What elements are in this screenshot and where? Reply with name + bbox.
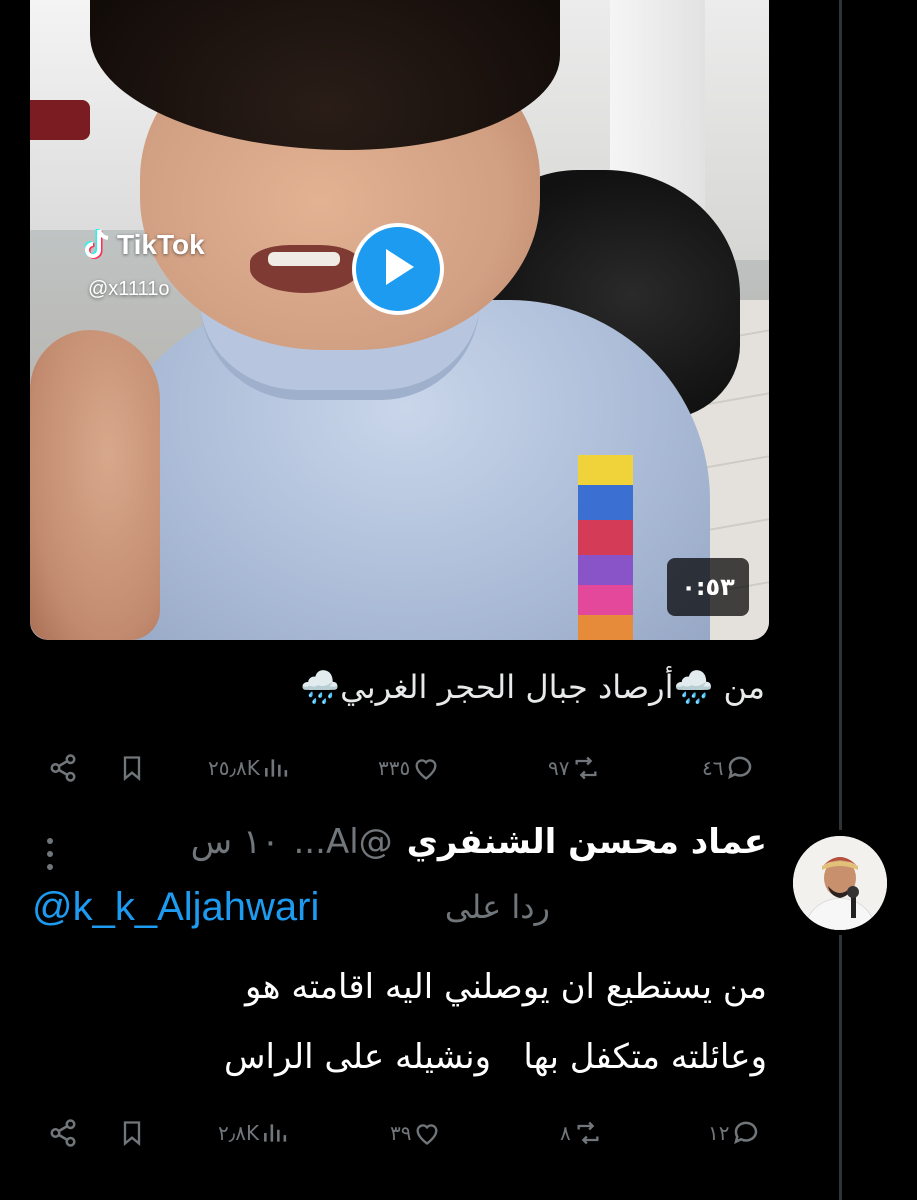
views-button[interactable]: ٢٥٫٨K	[208, 748, 288, 788]
tweet-text: من 🌧️أرصاد جبال الحجر الغربي🌧️	[300, 668, 765, 706]
author-handle[interactable]: @Al...	[294, 822, 393, 862]
replies-count: ٤٦	[702, 756, 724, 780]
author-name[interactable]: عماد محسن الشنفري	[407, 822, 767, 862]
video-teeth	[268, 252, 340, 266]
views-button[interactable]: ٢٫٨K	[218, 1113, 287, 1153]
tiktok-watermark: TikTok	[83, 228, 205, 262]
play-button[interactable]	[352, 223, 444, 315]
share-icon	[48, 1118, 78, 1148]
repost-icon	[573, 1119, 603, 1147]
likes-count: ٣٩	[390, 1121, 412, 1145]
share-icon	[48, 753, 78, 783]
replying-to-label: ردا على	[444, 888, 550, 926]
comment-icon	[725, 753, 755, 783]
tiktok-handle: @x1111o	[88, 278, 170, 300]
repost-button[interactable]: ٩٧	[548, 748, 601, 788]
views-count: ٢٫٨K	[218, 1121, 260, 1145]
reply-text-line: من يستطيع ان يوصلني اليه اقامته هو	[245, 967, 767, 1007]
video-shirt-patch	[578, 455, 633, 640]
heart-icon	[412, 754, 440, 782]
comment-icon	[731, 1118, 761, 1148]
views-icon	[262, 755, 288, 781]
reply-button[interactable]: ١٢	[708, 1113, 761, 1153]
reply-text: من يستطيع ان يوصلني اليه اقامته هو وعائل…	[224, 952, 767, 1092]
video-duration: ٠:٥٣	[667, 558, 749, 616]
reposts-count: ٨	[560, 1121, 571, 1145]
like-button[interactable]: ٣٣٥	[378, 748, 440, 788]
thread-line-lower	[839, 935, 842, 1200]
bookmark-icon	[118, 753, 146, 783]
more-options-button[interactable]	[46, 836, 54, 876]
views-count: ٢٥٫٨K	[208, 756, 260, 780]
share-button[interactable]	[48, 1113, 78, 1153]
more-icon	[46, 838, 54, 876]
tiktok-icon	[83, 228, 111, 262]
video-car-light	[30, 100, 90, 140]
reply-button[interactable]: ٤٦	[702, 748, 755, 788]
replying-to-handle[interactable]: @k_k_Aljahwari	[32, 885, 319, 930]
bookmark-icon	[118, 1118, 146, 1148]
repost-button[interactable]: ٨	[560, 1113, 603, 1153]
replies-count: ١٢	[708, 1121, 730, 1145]
likes-count: ٣٣٥	[378, 756, 411, 780]
play-icon	[378, 245, 418, 293]
video-hand	[30, 330, 160, 640]
bookmark-button[interactable]	[118, 748, 146, 788]
share-button[interactable]	[48, 748, 78, 788]
reply-actions: ٢٫٨K ٣٩ ٨ ١٢	[48, 1113, 768, 1153]
views-icon	[261, 1120, 287, 1146]
reposts-count: ٩٧	[548, 756, 570, 780]
avatar[interactable]	[793, 836, 887, 930]
tiktok-brand: TikTok	[117, 229, 205, 260]
bookmark-button[interactable]	[118, 1113, 146, 1153]
heart-icon	[413, 1119, 441, 1147]
like-button[interactable]: ٣٩	[390, 1113, 441, 1153]
reply-text-line: وعائلته متكفل بها ونشيله على الراس	[224, 1037, 767, 1077]
tweet-actions: ٢٥٫٨K ٣٣٥ ٩٧ ٤٦	[48, 748, 768, 788]
reply-time[interactable]: ١٠ س	[191, 822, 280, 862]
reply-header: عماد محسن الشنفري @Al... ١٠ س	[191, 822, 767, 862]
thread-line	[839, 0, 842, 830]
repost-icon	[571, 754, 601, 782]
video-player[interactable]: TikTok @x1111o	[30, 0, 769, 640]
